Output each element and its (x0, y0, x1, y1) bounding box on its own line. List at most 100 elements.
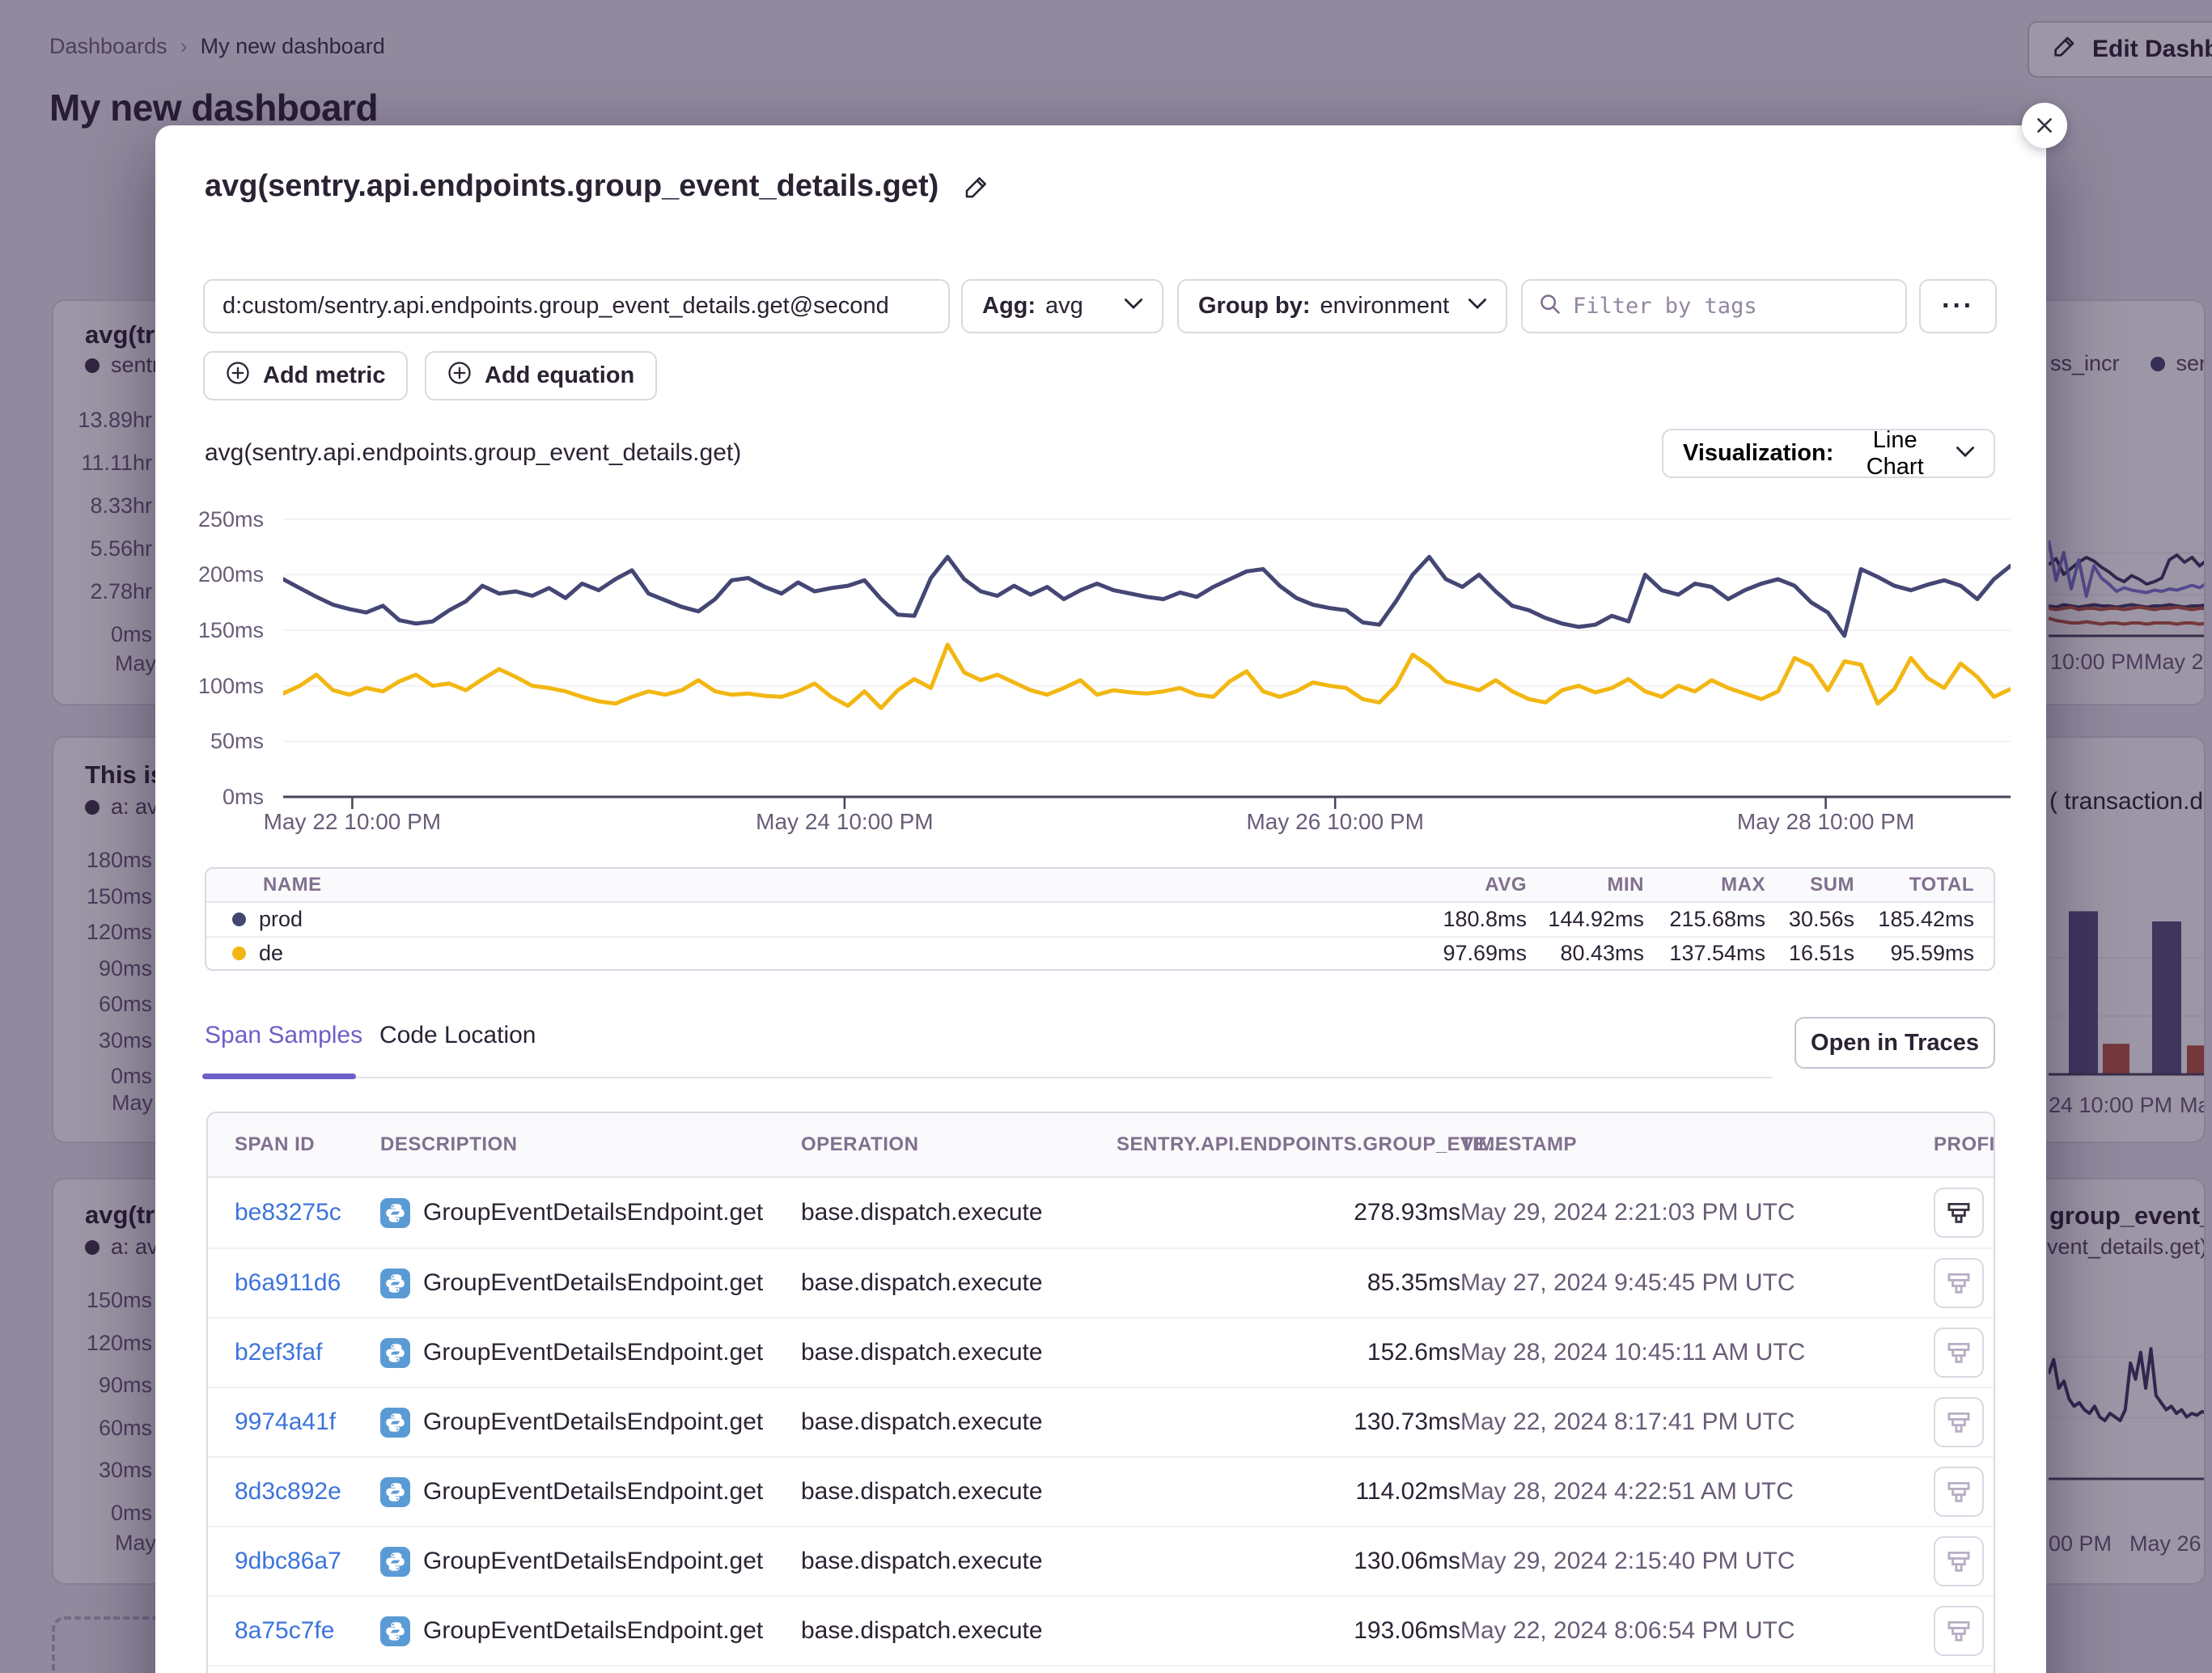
span-description: GroupEventDetailsEndpoint.get (423, 1269, 763, 1297)
plus-circle-icon (447, 361, 472, 392)
axis-tick-label: May 28 10:00 PM (1737, 809, 1914, 835)
span-timestamp: May 29, 2024 2:21:03 PM UTC (1460, 1199, 1934, 1226)
span-duration-value: 85.35ms (1117, 1269, 1460, 1297)
tag-filter-input[interactable] (1573, 294, 1889, 319)
table-row-partial (208, 1665, 1994, 1673)
search-icon (1539, 293, 1562, 320)
axis-tick-label: May 24 10:00 PM (756, 809, 933, 835)
metric-details-modal: avg(sentry.api.endpoints.group_event_det… (155, 125, 2046, 1673)
add-equation-button[interactable]: Add equation (425, 351, 657, 400)
profile-flamegraph-icon[interactable] (1934, 1258, 1984, 1308)
span-description-cell: GroupEventDetailsEndpoint.get (380, 1477, 801, 1507)
summary-column-header: MAX (1644, 874, 1765, 896)
metric-query-field[interactable] (203, 279, 950, 333)
span-description-cell: GroupEventDetailsEndpoint.get (380, 1338, 801, 1368)
series-stat-value: 185.42ms (1854, 907, 1974, 932)
chart-x-axis: May 22 10:00 PMMay 24 10:00 PMMay 26 10:… (283, 809, 2011, 841)
series-name: prod (259, 907, 303, 932)
span-description: GroupEventDetailsEndpoint.get (423, 1199, 763, 1226)
summary-row[interactable]: prod180.8ms144.92ms215.68ms30.56s185.42m… (206, 903, 1994, 936)
series-stat-value: 95.59ms (1854, 941, 1974, 966)
span-id-link[interactable]: 8d3c892e (235, 1478, 380, 1506)
span-samples-table: SPAN IDDESCRIPTIONOPERATIONSENTRY.API.EN… (206, 1112, 1995, 1673)
group-by-dropdown[interactable]: Group by: environment (1177, 279, 1507, 333)
samples-column-header: SPAN ID (235, 1133, 380, 1156)
span-id-link[interactable]: 9974a41f (235, 1408, 380, 1436)
profile-cell (1934, 1536, 1984, 1586)
profile-flamegraph-icon[interactable] (1934, 1188, 1984, 1238)
tab-span-samples[interactable]: Span Samples (205, 1022, 362, 1049)
python-icon (380, 1477, 410, 1507)
span-description-cell: GroupEventDetailsEndpoint.get (380, 1616, 801, 1646)
profile-flamegraph-icon[interactable] (1934, 1606, 1984, 1656)
series-name-cell: prod (226, 907, 1389, 932)
span-description-cell: GroupEventDetailsEndpoint.get (380, 1198, 801, 1228)
span-operation: base.dispatch.execute (801, 1478, 1117, 1506)
span-id-link[interactable]: b6a911d6 (235, 1269, 380, 1297)
span-id-link[interactable]: 9dbc86a7 (235, 1548, 380, 1575)
profile-flamegraph-icon[interactable] (1934, 1328, 1984, 1378)
span-id-link[interactable]: 8a75c7fe (235, 1617, 380, 1645)
samples-column-header: TIMESTAMP (1460, 1133, 1934, 1156)
tab-code-location[interactable]: Code Location (379, 1022, 536, 1049)
profile-cell (1934, 1397, 1984, 1447)
series-stat-value: 144.92ms (1527, 907, 1644, 932)
close-icon[interactable] (2022, 103, 2067, 148)
python-icon (380, 1198, 410, 1228)
span-description-cell: GroupEventDetailsEndpoint.get (380, 1269, 801, 1298)
samples-column-header: SENTRY.API.ENDPOINTS.GROUP_EVE… (1117, 1133, 1460, 1156)
span-operation: base.dispatch.execute (801, 1548, 1117, 1575)
visualization-dropdown[interactable]: Visualization: Line Chart (1662, 429, 1995, 478)
python-icon (380, 1616, 410, 1646)
metric-line-chart[interactable] (283, 508, 2011, 811)
span-operation: base.dispatch.execute (801, 1269, 1117, 1297)
span-description: GroupEventDetailsEndpoint.get (423, 1548, 763, 1575)
samples-column-header: PROFILE (1934, 1133, 1995, 1156)
span-duration-value: 278.93ms (1117, 1199, 1460, 1226)
axis-tick-label: 50ms (210, 729, 264, 754)
profile-flamegraph-icon[interactable] (1934, 1397, 1984, 1447)
span-description: GroupEventDetailsEndpoint.get (423, 1408, 763, 1436)
span-id-link[interactable]: be83275c (235, 1199, 380, 1226)
span-duration-value: 114.02ms (1117, 1478, 1460, 1506)
profile-flamegraph-icon[interactable] (1934, 1467, 1984, 1517)
series-stat-value: 16.51s (1765, 941, 1854, 966)
profile-flamegraph-icon[interactable] (1934, 1536, 1984, 1586)
table-row: 9974a41fGroupEventDetailsEndpoint.getbas… (208, 1387, 1994, 1456)
query-overflow-menu-icon[interactable]: ··· (1919, 279, 1997, 333)
span-duration-value: 130.73ms (1117, 1408, 1460, 1436)
samples-column-header: OPERATION (801, 1133, 1117, 1156)
series-stat-value: 137.54ms (1644, 941, 1765, 966)
span-timestamp: May 28, 2024 4:22:51 AM UTC (1460, 1478, 1934, 1506)
edit-title-pencil-icon[interactable] (963, 173, 990, 201)
span-timestamp: May 27, 2024 9:45:45 PM UTC (1460, 1269, 1934, 1297)
series-name: de (259, 941, 283, 966)
plus-circle-icon (226, 361, 250, 392)
axis-tick-label: 0ms (222, 785, 264, 810)
add-metric-button[interactable]: Add metric (203, 351, 408, 400)
legend-dot-icon (232, 947, 246, 960)
summary-row[interactable]: de97.69ms80.43ms137.54ms16.51s95.59ms (206, 936, 1994, 969)
python-icon (380, 1547, 410, 1577)
table-row: b2ef3fafGroupEventDetailsEndpoint.getbas… (208, 1317, 1994, 1387)
agg-dropdown[interactable]: Agg: avg (961, 279, 1163, 333)
profile-cell (1934, 1188, 1984, 1238)
chart-title: avg(sentry.api.endpoints.group_event_det… (205, 439, 741, 467)
span-description-cell: GroupEventDetailsEndpoint.get (380, 1547, 801, 1577)
span-description: GroupEventDetailsEndpoint.get (423, 1478, 763, 1506)
table-row: 9dbc86a7 GroupEventDetailsEndpoint.get bas… (208, 1526, 1994, 1595)
python-icon (380, 1338, 410, 1368)
axis-tick-label: 100ms (198, 674, 264, 699)
metric-query-input[interactable] (205, 293, 948, 320)
profile-cell (1934, 1258, 1984, 1308)
span-id-link[interactable]: b2ef3faf (235, 1339, 380, 1366)
table-row: 8d3c892e GroupEventDetailsEndpoint.get bas… (208, 1456, 1994, 1526)
samples-header-row: SPAN IDDESCRIPTIONOPERATIONSENTRY.API.EN… (208, 1113, 1994, 1178)
chevron-down-icon (1125, 299, 1142, 314)
axis-tick-label: May 22 10:00 PM (264, 809, 441, 835)
span-description-cell: GroupEventDetailsEndpoint.get (380, 1408, 801, 1438)
series-stat-value: 80.43ms (1527, 941, 1644, 966)
tag-filter-field[interactable] (1521, 279, 1907, 333)
samples-column-header: DESCRIPTION (380, 1133, 801, 1156)
open-in-traces-button[interactable]: Open in Traces (1795, 1017, 1995, 1069)
